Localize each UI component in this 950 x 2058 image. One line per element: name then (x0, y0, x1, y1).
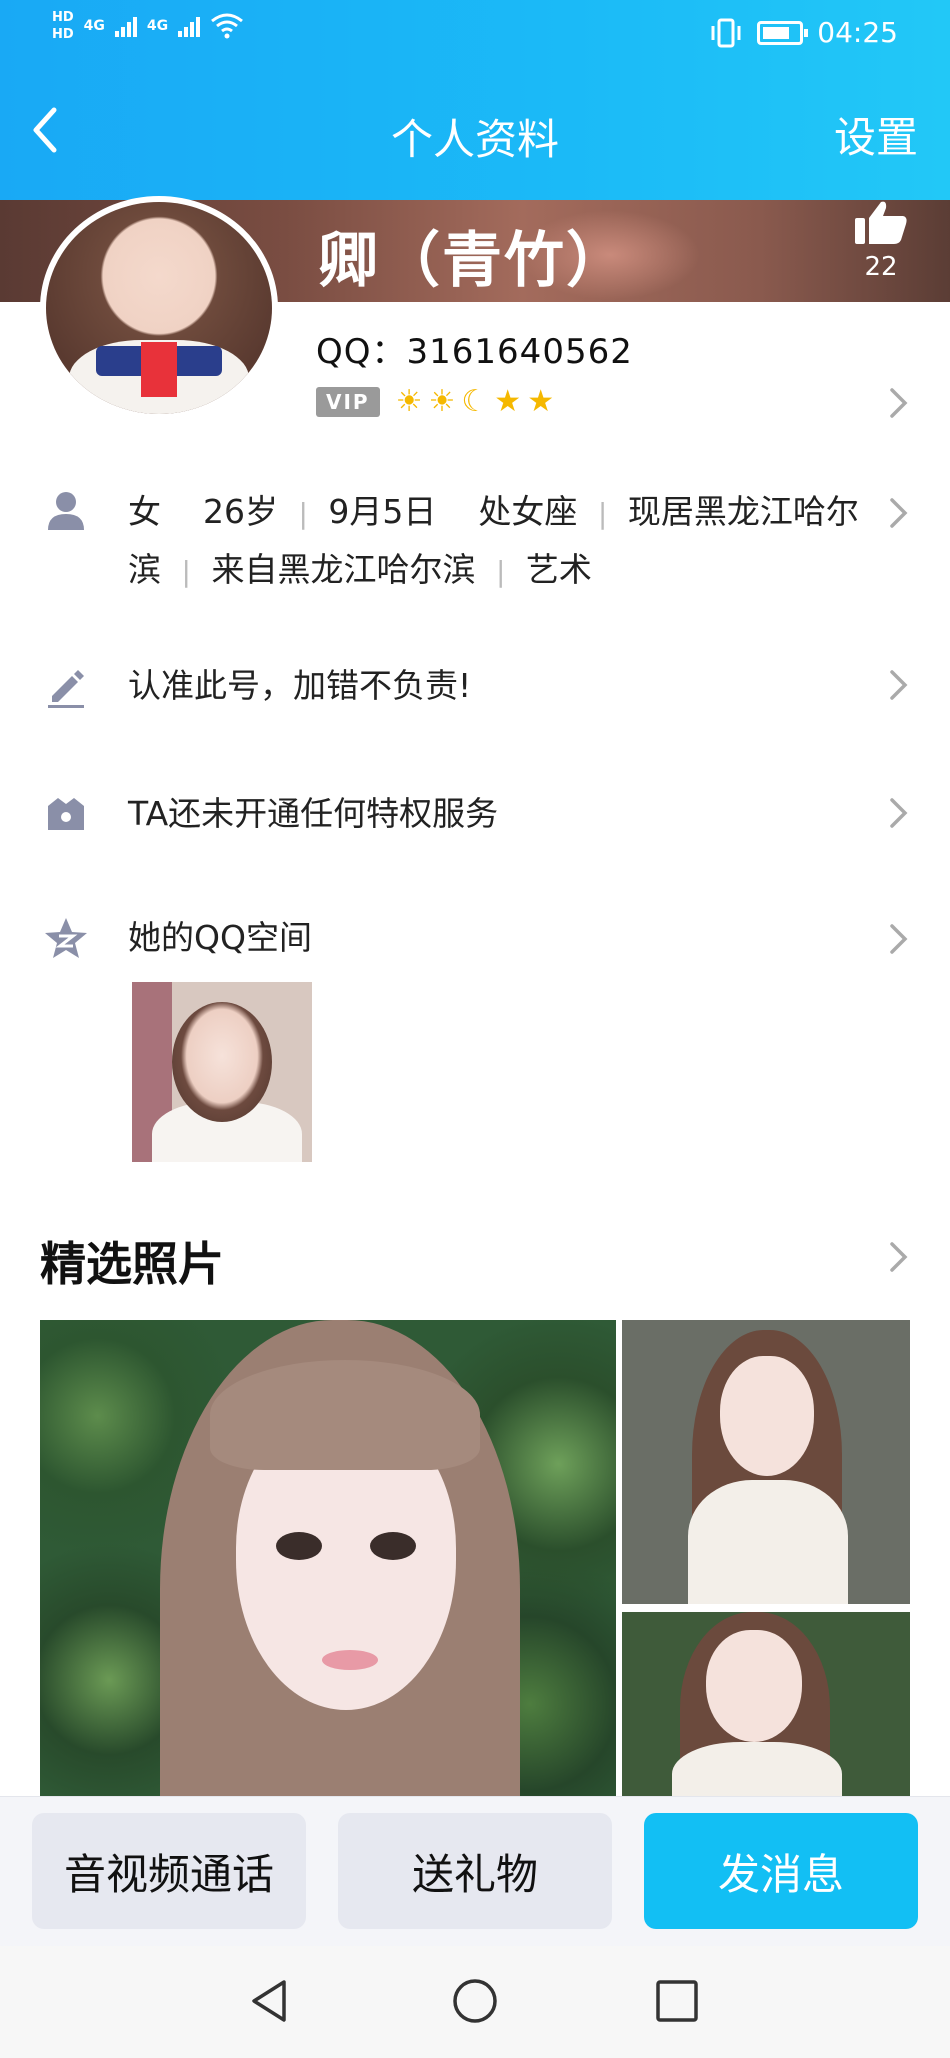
divider: | (298, 497, 308, 530)
photo-eye (276, 1532, 322, 1560)
chevron-right-icon[interactable] (888, 796, 910, 830)
signature[interactable]: 认准此号，加错不负责! (128, 658, 471, 714)
birthday: 9月5日 (328, 492, 437, 531)
photo-face (706, 1630, 802, 1742)
edit-pencil-icon (42, 662, 90, 710)
crown-icon (42, 790, 90, 838)
divider: | (597, 497, 608, 530)
avatar-bow (140, 341, 178, 398)
thumbs-up-icon (855, 201, 907, 244)
photo-lips (322, 1650, 378, 1670)
top-header: HD HD 4G 4G 04:25 个人资料 设置 (0, 0, 950, 200)
wifi-icon (211, 13, 244, 39)
chevron-right-icon[interactable] (888, 668, 910, 702)
signal-icon (114, 15, 137, 37)
photo-bangs (210, 1360, 480, 1470)
nav-home-icon[interactable] (450, 1976, 500, 2026)
vip-badge: VIP (316, 386, 380, 417)
avatar[interactable] (40, 196, 278, 420)
sun-icon: ☀ (428, 384, 456, 419)
level-icons: ☀ ☀ ☾ ★ ★ (396, 384, 555, 419)
moon-icon: ☾ (461, 384, 489, 419)
nickname: 卿（青竹） (318, 226, 628, 296)
featured-photo-3[interactable] (622, 1612, 910, 1800)
qzone-thumbnail[interactable] (132, 982, 312, 1162)
chevron-right-icon[interactable] (888, 922, 910, 956)
occupation: 艺术 (525, 550, 592, 589)
photo-body (688, 1480, 848, 1604)
person-icon (42, 486, 90, 534)
network-label-1: 4G (83, 18, 105, 34)
chevron-right-icon[interactable] (888, 386, 910, 420)
location: 现居黑龙江哈尔 (627, 492, 859, 531)
status-right: 04:25 (709, 16, 898, 49)
featured-photos-title[interactable]: 精选照片 (40, 1228, 224, 1294)
basic-info[interactable]: 女 26岁 | 9月5日 处女座 | 现居黑龙江哈尔 滨 | 来自黑龙江哈尔滨 … (128, 484, 868, 600)
vibrate-icon (711, 18, 741, 47)
sun-icon: ☀ (395, 384, 423, 419)
hd-indicators: HD HD (52, 10, 74, 42)
vip-level-row[interactable]: VIP ☀ ☀ ☾ ★ ★ (316, 384, 554, 419)
hd-label-2: HD (52, 27, 74, 42)
like-count: 22 (864, 252, 898, 282)
location-cont: 滨 (128, 550, 161, 589)
nav-back-icon[interactable] (246, 1976, 296, 2026)
battery-icon (757, 20, 809, 45)
qq-number: QQ：3161640562 (316, 332, 633, 372)
photo-face (720, 1356, 814, 1476)
send-gift-button[interactable]: 送礼物 (338, 1813, 612, 1929)
signal-icon-2 (178, 15, 201, 37)
settings-button[interactable]: 设置 (834, 104, 918, 165)
action-bar: 音视频通话 送礼物 发消息 (0, 1796, 950, 1946)
like-button[interactable]: 22 (846, 198, 916, 282)
network-label-2: 4G (146, 18, 169, 34)
divider: | (181, 555, 191, 588)
star-icon: ★ (494, 384, 522, 419)
divider: | (495, 555, 506, 588)
photo-eye (370, 1532, 416, 1560)
av-call-button[interactable]: 音视频通话 (32, 1813, 306, 1929)
photo-body (672, 1742, 842, 1800)
system-nav-bar (0, 1946, 950, 2058)
chevron-right-icon[interactable] (888, 496, 910, 530)
zodiac: 处女座 (478, 492, 578, 531)
hometown: 来自黑龙江哈尔滨 (211, 550, 476, 589)
nav-recents-icon[interactable] (652, 1976, 702, 2026)
hd-label-1: HD (52, 10, 74, 25)
star-icon: ★ (527, 384, 555, 419)
status-bar: HD HD 4G 4G 04:25 (0, 0, 950, 66)
qzone-label[interactable]: 她的QQ空间 (128, 910, 312, 966)
status-left: HD HD 4G 4G (52, 10, 244, 42)
featured-photo-1[interactable] (40, 1320, 616, 1800)
gender: 女 (128, 492, 161, 531)
featured-photo-2[interactable] (622, 1320, 910, 1604)
send-message-button[interactable]: 发消息 (644, 1813, 918, 1929)
page-title: 个人资料 (390, 115, 559, 164)
status-time: 04:25 (817, 16, 898, 49)
thumb-face (172, 1002, 272, 1122)
qzone-star-icon (42, 914, 90, 962)
privilege-text[interactable]: TA还未开通任何特权服务 (128, 786, 498, 842)
age: 26岁 (202, 492, 278, 531)
chevron-right-icon[interactable] (888, 1240, 910, 1274)
